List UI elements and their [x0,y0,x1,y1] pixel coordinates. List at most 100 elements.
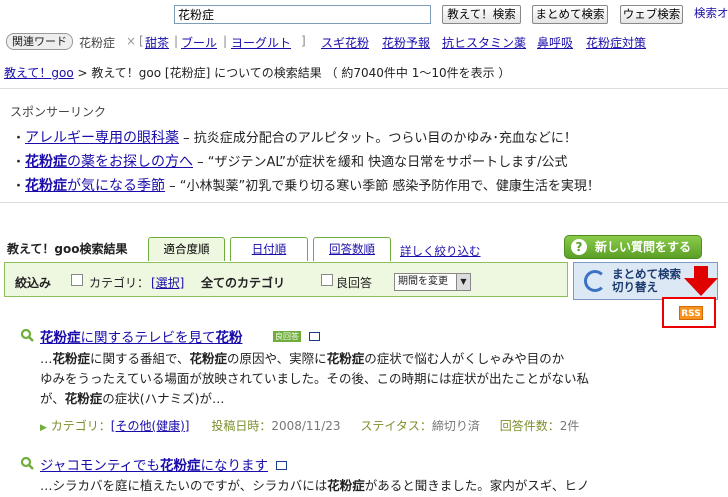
new-question-button[interactable]: ? 新しい質問をする [564,235,702,259]
title-bold-2: 花粉 [215,330,243,346]
ad-link[interactable]: アレルギー専用の眼科薬 [25,130,179,146]
good-answer-badge: 良回答 [273,331,301,342]
category-value: 全てのカテゴリ [201,276,286,290]
question-mark-icon: ? [571,239,587,255]
ad-item: ・花粉症の薬をお探しの方へ – “ザジテンAL”が症状を緩和 快適な日常をサポー… [12,151,567,171]
red-arrow-icon [684,266,718,296]
related-word-sugi-kafun[interactable]: スギ花粉 [321,34,369,51]
ad-bullet: ・ [12,131,26,146]
result-snippet-line: …シラカバを庭に植えたいのですが、シラカバには花粉症があると聞きました。家内がス… [40,478,590,493]
category-select-link[interactable]: [選択] [151,274,184,291]
result-title-link[interactable]: ジャコモンティでも花粉症になります [40,454,288,474]
ad-bullet: ・ [12,179,26,194]
title-text-end: になります [200,458,269,474]
search-result: 花粉症に関するテレビを見て花粉 良回答 …花粉症に関する番組で、花粉症の原因や、… [20,328,640,436]
switch-label: まとめて検索 切り替え [612,268,681,294]
switch-label-line2: 切り替え [612,280,658,294]
rss-icon[interactable]: RSS [679,306,703,320]
sponsor-title: スポンサーリンク [10,105,107,119]
separator: | [223,34,228,48]
chevron-down-icon: ▼ [456,274,470,290]
result-snippet-line: ゆみをうったえている場面が放映されていました。その後、この時期には症状が出たこと… [40,371,590,386]
good-answer-label: 良回答 [336,276,373,290]
new-question-label: 新しい質問をする [595,240,692,254]
ad-link-bold: 花粉症 [25,178,68,194]
tab-date-link[interactable]: 日付順 [252,242,287,256]
magnifier-icon [20,456,34,470]
related-word-kafun-yoho[interactable]: 花粉予報 [382,34,430,51]
breadcrumb-home-link[interactable]: 教えて！goo [4,66,74,80]
result-tags: 良回答 [269,330,320,344]
ad-item: ・花粉症が気になる季節 – “小林製薬”初乳で乗り切る寒い季節 感染予防作用で、… [12,175,600,195]
tab-answers[interactable]: 回答数順 [313,237,391,261]
title-bold: 花粉症 [160,458,201,474]
good-answer-checkbox[interactable] [321,274,333,286]
breadcrumb-text: > 教えて！goo [花粉症] についての検索結果 （ 約7040件中 1～10… [77,66,511,80]
meta-category-link[interactable]: [その他(健康)] [111,419,190,433]
meta-category-key: カテゴリ： [50,419,111,433]
category-checkbox[interactable] [71,274,83,286]
new-window-icon[interactable] [276,461,288,470]
search-options-link[interactable]: 検索オ [694,5,728,21]
related-word-tencha[interactable]: 甜茶 [145,34,169,51]
result-snippet-line: が、花粉症の症状(ハナミズ)が… [40,391,225,406]
ad-description: – “ザジテンAL”が症状を緩和 快適な日常をサポートします/公式 [193,155,568,170]
triangle-icon: ▶ [40,423,47,433]
results-title: 教えて！goo検索結果 [7,242,128,256]
ad-description: – “小林製薬”初乳で乗り切る寒い季節 感染予防作用で、健康生活を実現！ [165,179,600,194]
refine-search-link[interactable]: 詳しく絞り込む [400,243,481,259]
ad-link-bold: 花粉症 [25,154,68,170]
ad-link-text: が気になる季節 [67,178,166,194]
oshiete-search-button[interactable]: 教えて！検索 [442,5,521,24]
related-word-kafunsho-taisaku[interactable]: 花粉症対策 [586,34,646,51]
title-bold: 花粉症 [40,330,81,346]
result-title-link[interactable]: 花粉症に関するテレビを見て花粉 [40,326,243,346]
meta-status-key: ステイタス： [360,419,432,433]
related-words-bar: 関連ワード 花粉症 × [ 甜茶 | ブール | ヨーグルト ] スギ花粉 花粉… [0,29,728,53]
meta-answers-value: 2件 [559,419,580,433]
ad-description: – 抗炎症成分配合のアルピタット。つらい目のかゆみ･充血などに！ [179,131,577,146]
tab-relevance[interactable]: 適合度順 [148,237,225,261]
magnifier-icon [20,328,34,342]
web-search-button[interactable]: ウェブ検索 [620,5,683,24]
period-select-value: 期間を変更 [398,276,448,287]
ad-link[interactable]: 花粉症の薬をお探しの方へ [25,154,193,170]
meta-date-key: 投稿日時： [211,419,272,433]
meta-answers-key: 回答件数： [499,419,560,433]
meta-status-value: 締切り済 [431,419,480,433]
separator: | [174,34,179,48]
period-select[interactable]: 期間を変更 ▼ [394,273,471,291]
tab-date[interactable]: 日付順 [230,237,308,261]
matomete-search-button[interactable]: まとめて検索 [532,5,608,24]
bracket-open: [ [139,34,144,48]
ad-item: ・アレルギー専用の眼科薬 – 抗炎症成分配合のアルピタット。つらい目のかゆみ･充… [12,127,577,147]
related-word-antihistamine[interactable]: 抗ヒスタミン薬 [442,34,526,51]
related-word-yogurt[interactable]: ヨーグルト [231,34,291,51]
sponsor-links: スポンサーリンク ・アレルギー専用の眼科薬 – 抗炎症成分配合のアルピタット。つ… [0,88,728,203]
search-input[interactable] [174,5,431,24]
tab-answers-link[interactable]: 回答数順 [329,242,375,256]
title-text: に関するテレビを見て [80,330,216,346]
ad-bullet: ・ [12,155,26,170]
rss-highlight-box: RSS [662,297,716,328]
meta-date-value: 2008/11/23 [271,419,341,433]
result-snippet-line: …花粉症に関する番組で、花粉症の原因や、実際に花粉症の症状で悩む人がくしゃみや目… [40,351,565,366]
ad-link-text: の薬をお探しの方へ [67,154,194,170]
related-word-buru[interactable]: ブール [181,34,217,51]
related-word-nasal-breathing[interactable]: 鼻呼吸 [537,34,573,51]
filter-bar: 絞込み カテゴリ： [選択] 全てのカテゴリ 良回答 期間を変更 ▼ [4,262,568,297]
related-remove-button[interactable]: × [126,34,136,48]
breadcrumb: 教えて！goo > 教えて！goo [花粉症] についての検索結果 （ 約704… [4,64,510,81]
top-search-bar: 教えて！検索 まとめて検索 ウェブ検索 検索オ [0,0,728,28]
result-meta: ▶ カテゴリ：[その他(健康)] 投稿日時：2008/11/23 ステイタス：締… [40,417,579,434]
ad-link[interactable]: 花粉症が気になる季節 [25,178,165,194]
new-window-icon[interactable] [309,332,320,341]
category-label: カテゴリ： [89,276,150,290]
title-text: ジャコモンティでも [40,458,161,474]
related-words-label: 関連ワード [6,33,73,50]
refresh-icon [584,270,606,292]
filter-label: 絞込み [15,276,52,290]
bracket-close: ] [301,34,306,48]
search-result: ジャコモンティでも花粉症になります …シラカバを庭に植えたいのですが、シラカバに… [20,456,640,497]
related-current-word: 花粉症 [79,36,116,50]
